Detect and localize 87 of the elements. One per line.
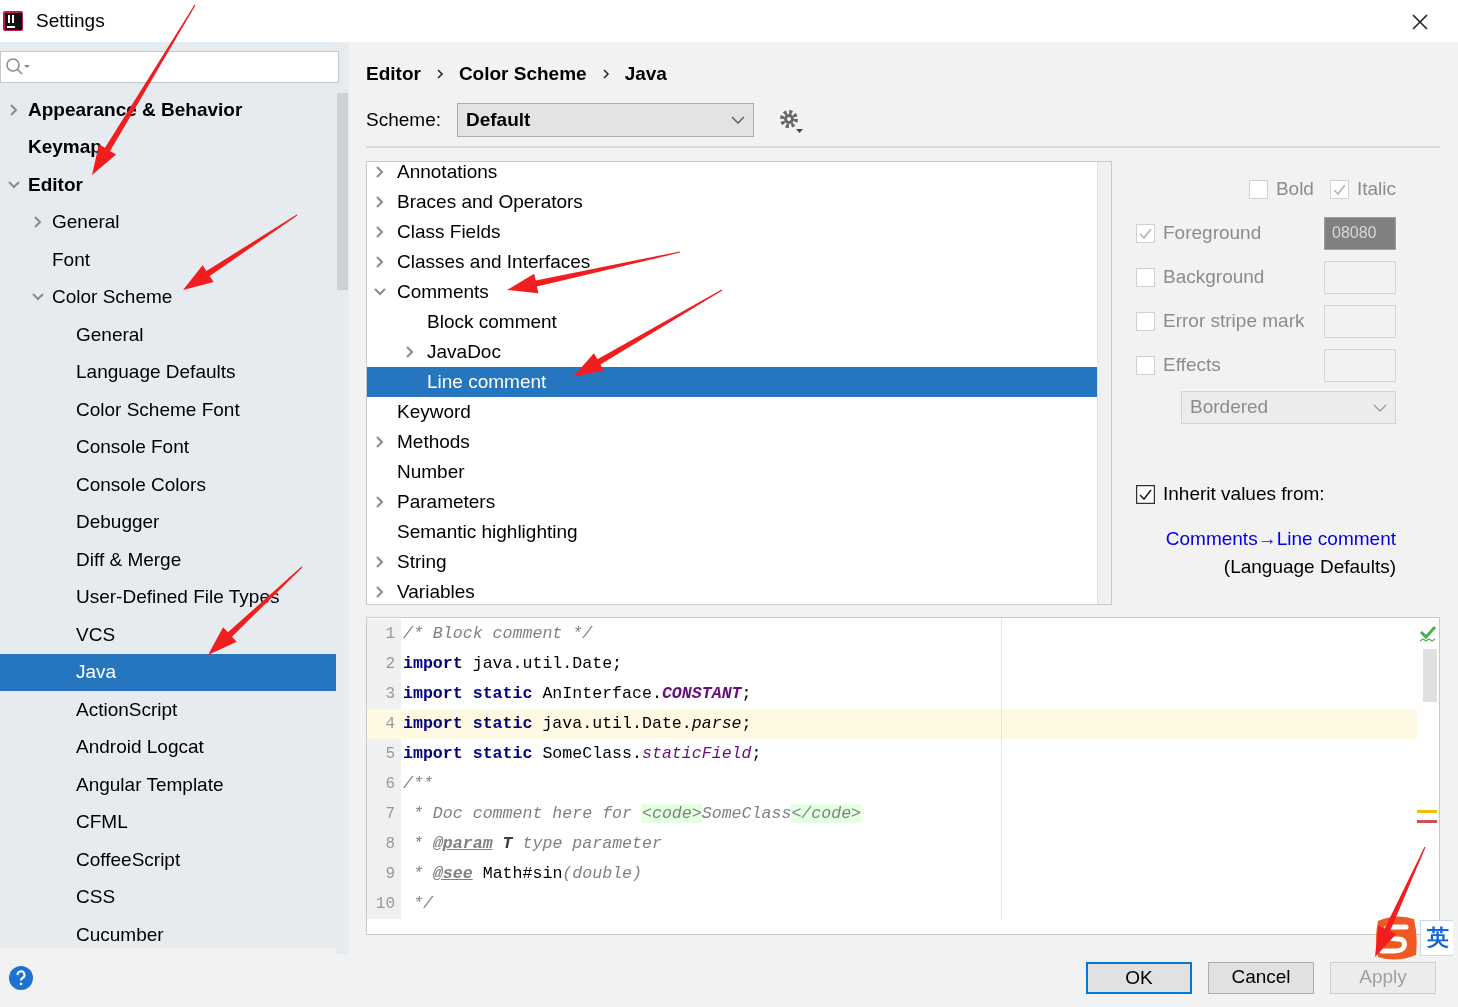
tree-item[interactable]: Classes and Interfaces <box>367 247 1097 277</box>
color-swatch[interactable] <box>1324 260 1396 294</box>
tree-item[interactable]: Cucumber <box>0 916 336 954</box>
close-icon <box>1412 13 1428 30</box>
chevron-icon <box>731 116 745 124</box>
line-number: 5 <box>367 739 401 769</box>
tree-item[interactable]: Debugger <box>0 503 336 541</box>
tree-item[interactable]: Braces and Operators <box>367 187 1097 217</box>
breadcrumb-item[interactable]: Java <box>624 59 667 88</box>
tree-item[interactable]: Color Scheme Font <box>0 391 336 429</box>
help-icon <box>9 965 33 990</box>
tree-item[interactable]: Color Scheme <box>0 278 336 316</box>
tree-item[interactable]: ActionScript <box>0 691 336 729</box>
scrollbar[interactable] <box>1423 648 1437 702</box>
checkbox-label: Italic <box>1356 176 1396 201</box>
checkbox-label: Background <box>1163 264 1266 289</box>
scrollbar[interactable] <box>336 91 349 954</box>
tree-item[interactable]: CSS <box>0 878 336 916</box>
tree-item[interactable]: String <box>367 547 1097 577</box>
error-mark <box>1417 819 1437 823</box>
scrollbar[interactable] <box>1097 162 1111 604</box>
tree-item[interactable]: Number <box>367 457 1097 487</box>
scheme-label: Scheme: <box>366 107 441 132</box>
tree-item[interactable]: CoffeeScript <box>0 841 336 879</box>
tree-item[interactable]: Editor <box>0 166 336 204</box>
ime-mode-label: 英 <box>1420 920 1453 956</box>
tree-item[interactable]: General <box>0 203 336 241</box>
scheme-dropdown[interactable]: Default <box>457 103 754 137</box>
tree-item[interactable]: Keymap <box>0 128 336 166</box>
window-title: Settings <box>36 8 106 33</box>
tree-item[interactable]: Annotations <box>367 162 1097 187</box>
code-line: import java.util.Date; <box>401 649 1002 679</box>
search-field[interactable] <box>0 51 339 83</box>
warning-mark <box>1417 809 1437 813</box>
line-number: 2 <box>367 649 401 679</box>
breadcrumb-item[interactable]: Editor <box>366 59 421 88</box>
inherit-source: (Language Defaults) <box>1222 555 1396 579</box>
tree-item[interactable]: Keyword <box>367 397 1097 427</box>
line-number: 10 <box>367 889 401 919</box>
tree-item[interactable]: Variables <box>367 577 1097 604</box>
tree-item[interactable]: Comments <box>367 277 1097 307</box>
tree-item[interactable]: General <box>0 316 336 354</box>
tree-item[interactable]: CFML <box>0 803 336 841</box>
tree-item[interactable]: Console Font <box>0 428 336 466</box>
tree-item[interactable]: Font <box>0 241 336 279</box>
dialog-button[interactable]: Cancel <box>1208 961 1314 994</box>
checkbox-label: Foreground <box>1163 220 1263 245</box>
code-line: * @param T type parameter <box>401 829 1002 859</box>
tree-item[interactable]: Class Fields <box>367 217 1097 247</box>
color-swatch[interactable] <box>1324 348 1396 382</box>
tree-item[interactable]: Language Defaults <box>0 353 336 391</box>
code-line: * @see Math#sin(double) <box>401 859 1002 889</box>
code-line: /** <box>401 769 1002 799</box>
line-number: 6 <box>367 769 401 799</box>
search-icon <box>5 57 31 77</box>
checkbox-label: Error stripe mark <box>1163 308 1306 333</box>
code-line: /* Block comment */ <box>401 619 1002 649</box>
line-number: 9 <box>367 859 401 889</box>
chevron-icon <box>1373 403 1387 412</box>
checkbox-label: Inherit values from: <box>1163 482 1325 506</box>
code-line: import static java.util.Date.parse; <box>401 709 1002 739</box>
breadcrumb-item[interactable]: Color Scheme <box>458 59 587 88</box>
tree-item[interactable]: Line comment <box>367 367 1097 397</box>
dialog-button[interactable]: OK <box>1086 961 1192 994</box>
tree-item[interactable]: Methods <box>367 427 1097 457</box>
chevron-icon <box>434 68 445 80</box>
tree-item[interactable]: Console Colors <box>0 466 336 504</box>
tree-item[interactable]: Parameters <box>367 487 1097 517</box>
code-line: */ <box>401 889 1002 919</box>
tree-item[interactable]: Block comment <box>367 307 1097 337</box>
code-line: import static SomeClass.staticField; <box>401 739 1002 769</box>
tree-item[interactable]: Java <box>0 653 336 691</box>
line-number: 3 <box>367 679 401 709</box>
line-number: 1 <box>367 619 401 649</box>
checkbox-label: Effects <box>1163 352 1222 377</box>
checkbox-label: Bold <box>1275 176 1314 201</box>
tree-item[interactable]: Diff & Merge <box>0 541 336 579</box>
color-swatch[interactable] <box>1324 304 1396 338</box>
chevron-icon <box>600 68 611 80</box>
tree-item[interactable]: Android Logcat <box>0 728 336 766</box>
tree-item[interactable]: Semantic highlighting <box>367 517 1097 547</box>
code-line: * Doc comment here for <code>SomeClass</code> <box>401 799 1002 829</box>
tree-item[interactable]: JavaDoc <box>367 337 1097 367</box>
line-number: 8 <box>367 829 401 859</box>
tree-item[interactable]: Angular Template <box>0 766 336 804</box>
tree-item[interactable]: VCS <box>0 616 336 654</box>
line-number: 7 <box>367 799 401 829</box>
